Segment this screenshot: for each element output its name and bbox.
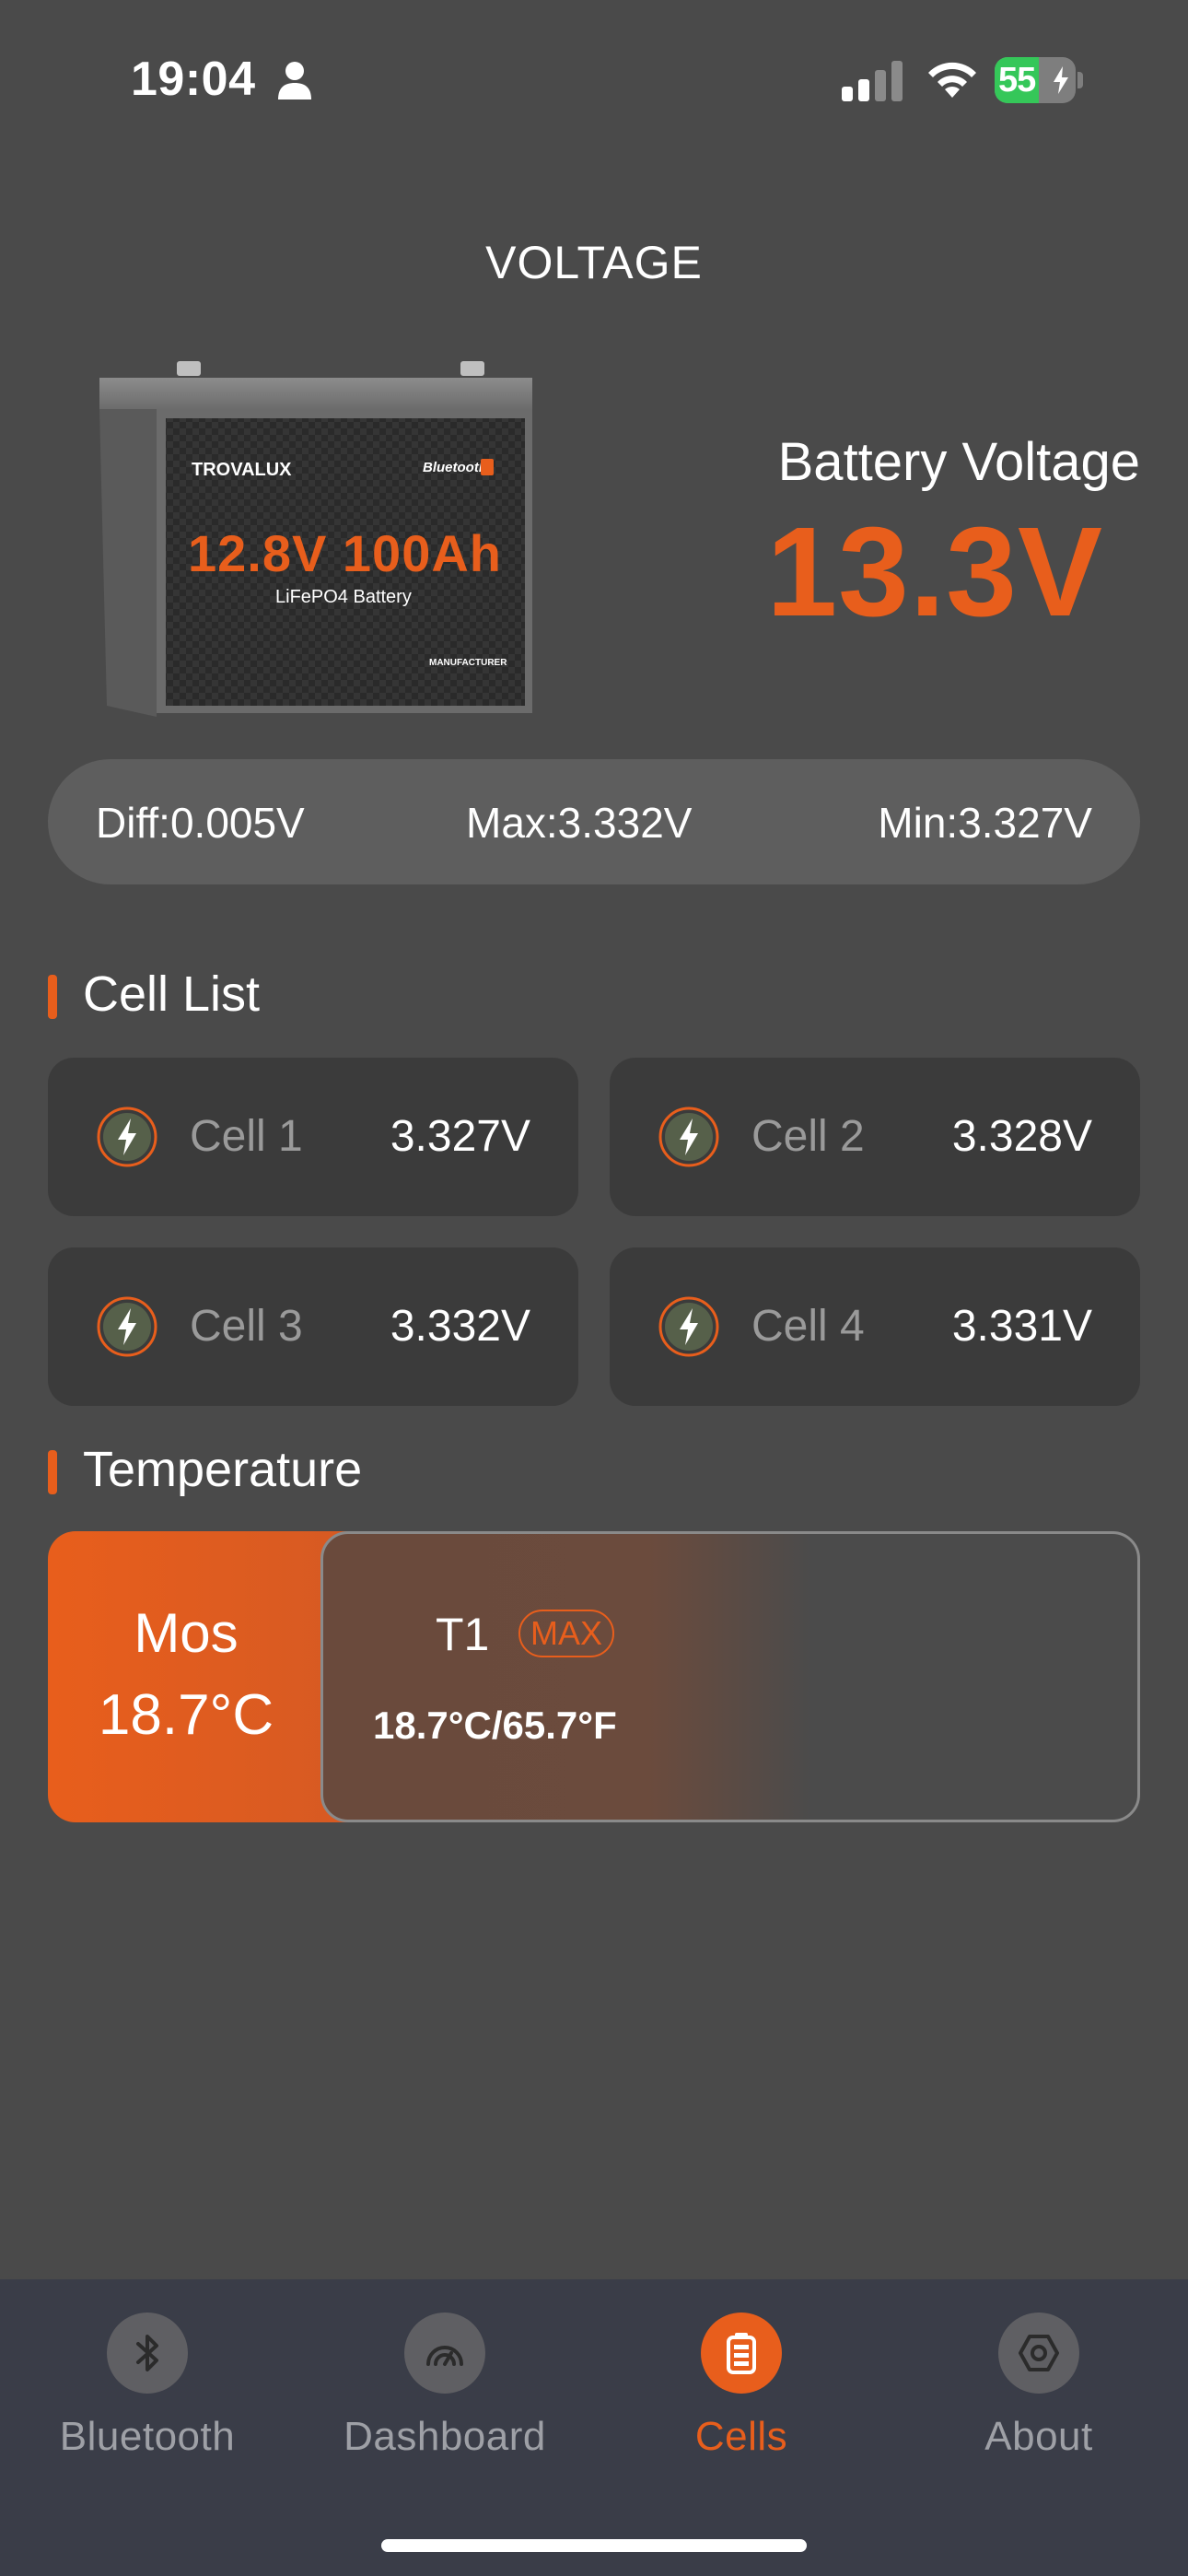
tab-label: Cells	[694, 2414, 788, 2459]
status-time: 19:04	[131, 53, 256, 106]
battery-cap	[1077, 72, 1083, 88]
cell-name: Cell 3	[190, 1302, 303, 1351]
max-voltage: Max:3.332V	[466, 799, 693, 847]
cell-name: Cell 1	[190, 1112, 303, 1161]
cell-card: Cell 1 3.327V	[48, 1058, 578, 1216]
mos-label: Mos	[134, 1602, 239, 1664]
battery-voltage-label: Battery Voltage	[777, 432, 1140, 492]
battery-body: 55	[995, 57, 1076, 103]
tab-bluetooth[interactable]: Bluetooth	[0, 2313, 295, 2497]
cell-list-title: Cell List	[83, 966, 261, 1022]
battery-voltage-value: 13.3V	[766, 501, 1103, 643]
home-indicator[interactable]	[381, 2539, 807, 2552]
sensor-value: 18.7°C/65.7°F	[373, 1704, 617, 1747]
tab-label: Bluetooth	[59, 2414, 236, 2459]
cell-name: Cell 4	[751, 1302, 865, 1351]
mos-temperature-card: Mos 18.7°C	[48, 1531, 361, 1822]
sensor-name: T1	[436, 1609, 490, 1660]
charging-bolt-icon	[1054, 66, 1068, 94]
max-badge: MAX	[518, 1610, 614, 1657]
tab-about[interactable]: About	[891, 2313, 1186, 2497]
cell-card: Cell 3 3.332V	[48, 1247, 578, 1406]
battery-product-image: TROVALUX Bluetooth 12.8V 100Ah LiFePO4 B…	[99, 361, 532, 717]
battery-level-text: 55	[998, 61, 1036, 100]
charge-bolt-icon	[97, 1296, 157, 1357]
person-icon	[278, 62, 311, 100]
charge-bolt-icon	[658, 1107, 719, 1167]
page-title: VOLTAGE	[485, 237, 703, 288]
min-voltage: Min:3.327V	[878, 799, 1092, 847]
cell-voltage: 3.332V	[390, 1302, 530, 1351]
wifi-icon	[928, 62, 976, 98]
temperature-title: Temperature	[83, 1442, 363, 1497]
tab-cells[interactable]: Cells	[594, 2313, 889, 2497]
section-accent-bar	[48, 1450, 57, 1494]
diff-voltage: Diff:0.005V	[96, 799, 305, 847]
mos-value: 18.7°C	[98, 1683, 274, 1747]
dashboard-icon	[404, 2313, 485, 2394]
battery-manufacturer-text: MANUFACTURER	[429, 658, 507, 668]
section-accent-bar	[48, 975, 57, 1019]
charge-bolt-icon	[97, 1107, 157, 1167]
t1-sensor-card[interactable]: T1 MAX 18.7°C/65.7°F	[320, 1531, 1140, 1822]
tab-dashboard[interactable]: Dashboard	[297, 2313, 592, 2497]
cell-card: Cell 4 3.331V	[610, 1247, 1140, 1406]
tab-label: Dashboard	[344, 2414, 546, 2459]
cellular-signal-icon	[842, 61, 903, 101]
cell-name: Cell 2	[751, 1112, 865, 1161]
cell-voltage: 3.331V	[951, 1302, 1092, 1351]
cell-voltage: 3.328V	[951, 1112, 1092, 1161]
status-bar: 19:04 55	[0, 0, 1188, 157]
battery-type-text: LiFePO4 Battery	[275, 587, 412, 607]
about-icon	[998, 2313, 1079, 2394]
tab-label: About	[984, 2414, 1093, 2459]
battery-spec-text: 12.8V 100Ah	[188, 524, 502, 582]
charge-bolt-icon	[658, 1296, 719, 1357]
cells-screen: 19:04 55 VOLTAGE TROVALUX Bluetooth 12.8…	[0, 0, 1188, 2576]
temperature-panel: Mos 18.7°C T1 MAX 18.7°C/65.7°F	[48, 1531, 1140, 1822]
cells-icon	[701, 2313, 782, 2394]
cell-voltage: 3.327V	[390, 1112, 530, 1161]
bluetooth-icon	[107, 2313, 188, 2394]
battery-bluetooth-text: Bluetooth	[423, 460, 487, 475]
battery-brand-text: TROVALUX	[192, 460, 292, 480]
battery-status-icon: 55	[995, 57, 1083, 103]
tab-bar: Bluetooth Dashboard Cells About	[0, 2279, 1188, 2576]
cell-card: Cell 2 3.328V	[610, 1058, 1140, 1216]
voltage-summary-bar: Diff:0.005V Max:3.332V Min:3.327V	[48, 759, 1140, 884]
